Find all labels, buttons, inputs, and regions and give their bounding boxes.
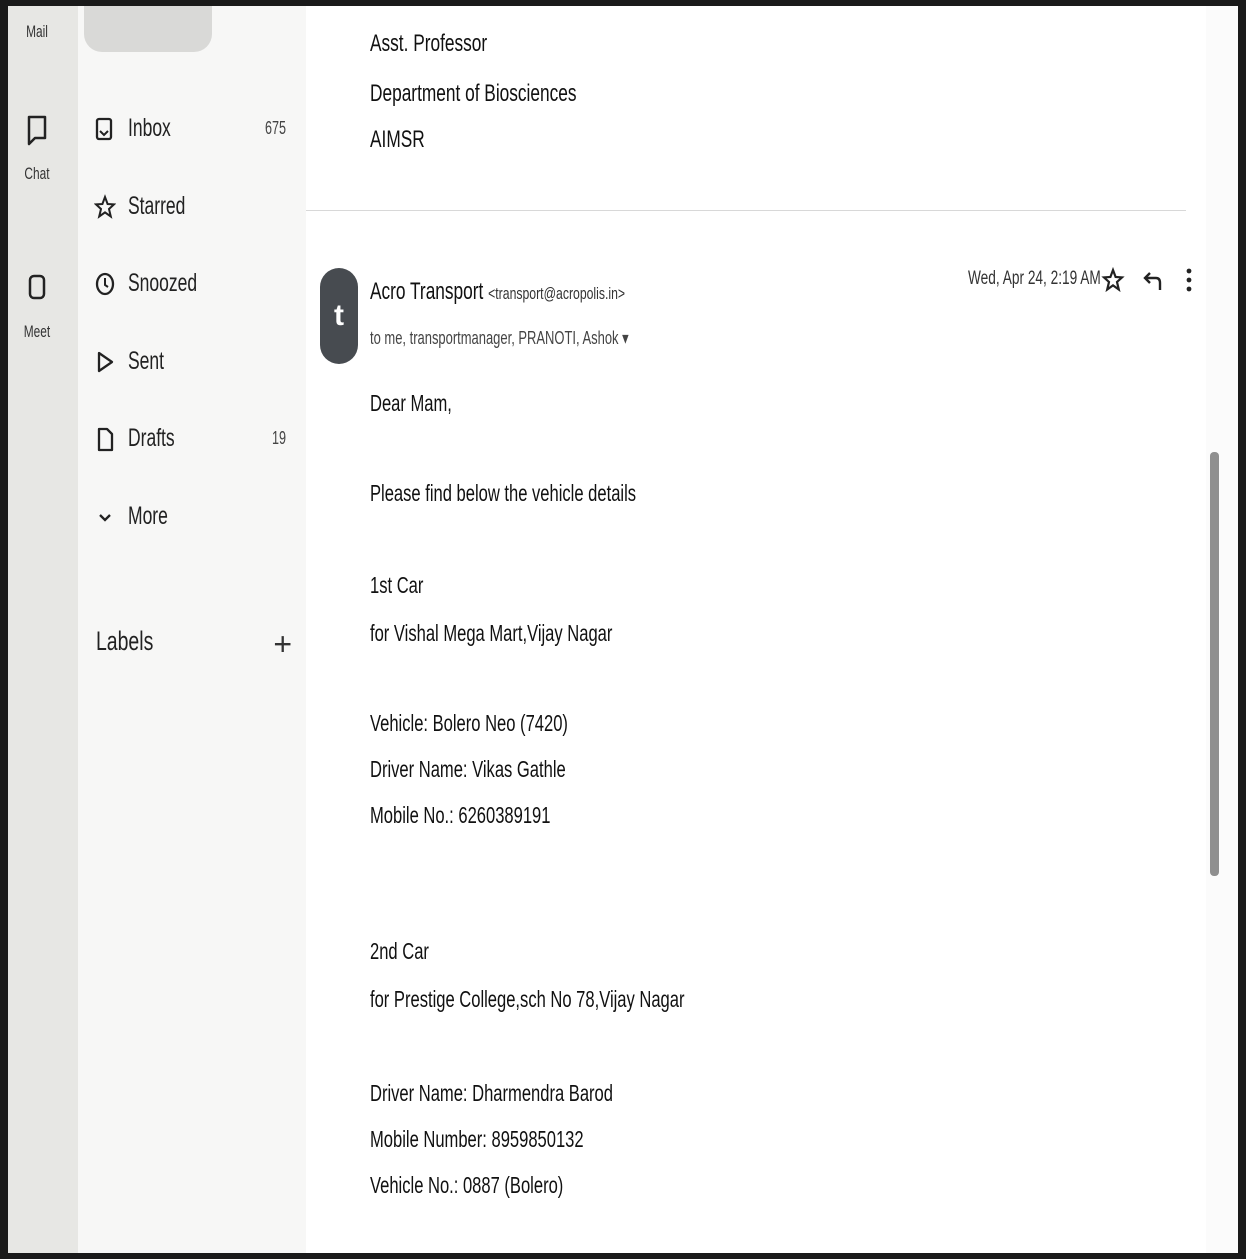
labels-section: Labels + [96,626,292,666]
body-line: Dear Mam, [370,390,452,416]
message-divider [306,210,1186,211]
nav-item-more[interactable]: More [94,498,294,538]
sender-line[interactable]: Acro Transport <transport@acropolis.in> [370,278,724,306]
chevron-down-icon [99,514,111,522]
nav-item-sent[interactable]: Sent [94,343,294,383]
nav-label: Snoozed [128,269,198,297]
more-options-icon[interactable] [1174,264,1204,298]
labels-heading: Labels [96,626,154,656]
nav-label: Drafts [128,424,175,452]
rail-mail-label: Mail [26,22,48,41]
app-rail: Mail Chat Meet [8,6,79,1253]
star-icon[interactable] [1098,264,1128,298]
mail-nav: Inbox 675 Starred Snoozed Sent Drafts 19… [78,6,306,1253]
chat-icon [27,115,47,146]
sender-email: <transport@acropolis.in> [488,284,626,303]
sender-name: Acro Transport [370,278,484,305]
body-line: Mobile Number: 8959850132 [370,1126,584,1152]
body-line: 1st Car [370,572,424,598]
sender-avatar[interactable]: t [320,268,358,364]
body-line: for Prestige College,sch No 78,Vijay Nag… [370,986,685,1012]
signature-line: Department of Biosciences [370,80,577,107]
rail-chat-label: Chat [24,164,50,183]
recipients: to me, transportmanager, PRANOTI, Ashok [370,328,619,348]
nav-item-snoozed[interactable]: Snoozed [94,265,294,305]
nav-label: Sent [128,347,165,375]
signature-line: AIMSR [370,126,425,153]
body-line: Vehicle: Bolero Neo (7420) [370,710,568,736]
nav-item-inbox[interactable]: Inbox 675 [94,110,294,150]
signature-line: Asst. Professor [370,30,488,57]
nav-label: Starred [128,192,186,220]
rail-meet[interactable]: Meet [8,272,66,342]
nav-label: Inbox [128,114,171,142]
add-label-button[interactable]: + [273,628,292,660]
body-line: Please find below the vehicle details [370,480,637,506]
body-line: Driver Name: Dharmendra Barod [370,1080,613,1106]
video-icon [28,274,46,300]
scrollbar-thumb[interactable] [1210,452,1219,876]
message-pane: Asst. Professor Department of Bioscience… [306,6,1206,1253]
body-line: 2nd Car [370,938,429,964]
body-line: Mobile No.: 6260389191 [370,802,551,828]
inbox-icon [95,117,113,141]
clock-icon [95,272,115,296]
compose-button[interactable] [84,6,212,52]
reply-icon[interactable] [1138,264,1168,298]
recipients-line[interactable]: to me, transportmanager, PRANOTI, Ashok … [370,328,729,349]
gmail-window: Mail Chat Meet Inbox 675 Starred Snoozed… [8,6,1238,1253]
body-line: Vehicle No.: 0887 (Bolero) [370,1172,564,1198]
rail-mail[interactable]: Mail [8,22,66,42]
body-line: Driver Name: Vikas Gathle [370,756,566,782]
rail-meet-label: Meet [23,322,51,341]
nav-item-starred[interactable]: Starred [94,188,294,228]
recipients-dropdown-icon[interactable]: ▾ [622,328,629,348]
unread-count: 675 [264,118,286,138]
rail-chat[interactable]: Chat [8,114,66,184]
body-line: for Vishal Mega Mart,Vijay Nagar [370,620,613,646]
drafts-count: 19 [271,428,286,448]
send-icon [97,351,114,373]
star-icon [94,194,116,219]
nav-label: More [128,502,168,530]
draft-icon [97,427,114,452]
nav-item-drafts[interactable]: Drafts 19 [94,420,294,460]
